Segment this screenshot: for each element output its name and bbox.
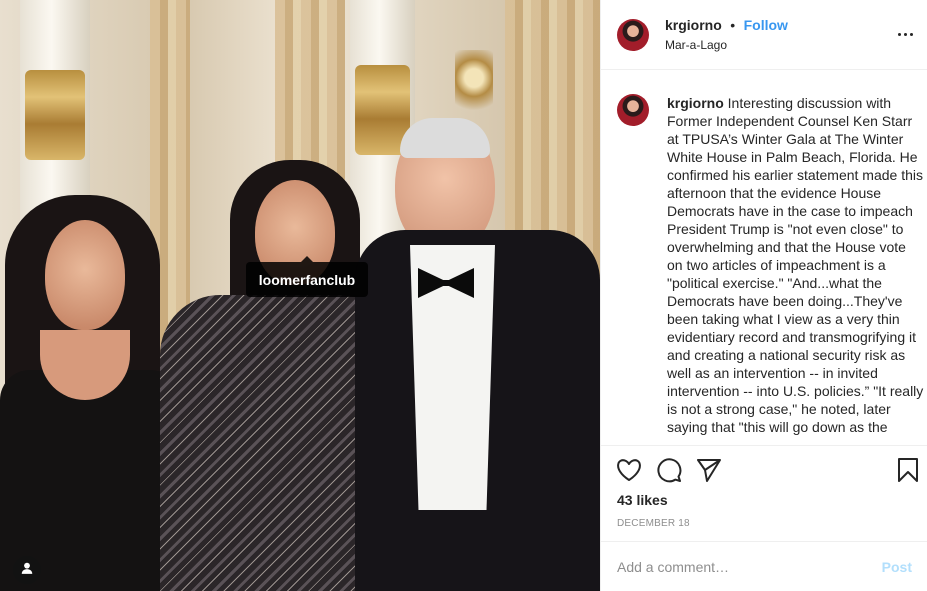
- more-options-button[interactable]: [893, 22, 917, 46]
- header-separator: •: [730, 17, 736, 33]
- post-comment-button[interactable]: Post: [882, 559, 912, 575]
- comment-input[interactable]: [617, 558, 874, 575]
- follow-button[interactable]: Follow: [744, 17, 788, 33]
- photo-user-tag-label: loomerfanclub: [258, 271, 356, 288]
- like-count[interactable]: 43 likes: [617, 492, 668, 508]
- more-options-icon: [897, 32, 901, 36]
- show-tags-button[interactable]: [13, 556, 41, 584]
- comment-bar: Post: [601, 541, 927, 591]
- caption-username[interactable]: krgiorno: [667, 95, 724, 111]
- photo-user-tag[interactable]: loomerfanclub: [246, 256, 368, 297]
- share-icon: [696, 458, 722, 487]
- bookmark-icon: [897, 457, 919, 488]
- comment-button[interactable]: [655, 457, 683, 488]
- post-actions: 43 likes DECEMBER 18: [601, 445, 927, 541]
- like-button[interactable]: [615, 458, 643, 486]
- caption: krgiorno Interesting discussion with For…: [667, 94, 925, 436]
- user-tag-icon: [20, 561, 34, 580]
- caption-scroll-area[interactable]: krgiorno Interesting discussion with For…: [601, 71, 927, 445]
- author-username[interactable]: krgiorno: [665, 17, 722, 33]
- heart-icon: [616, 458, 642, 487]
- share-button[interactable]: [695, 458, 723, 486]
- post-location[interactable]: Mar-a-Lago: [665, 38, 788, 52]
- author-avatar[interactable]: [617, 18, 649, 51]
- caption-text: Interesting discussion with Former Indep…: [667, 95, 924, 435]
- post-photo[interactable]: loomerfanclub: [0, 0, 600, 591]
- save-button[interactable]: [894, 457, 922, 488]
- post-header: krgiorno • Follow Mar-a-Lago: [601, 0, 927, 70]
- author-info: krgiorno • Follow Mar-a-Lago: [665, 17, 788, 52]
- photo-capital-left: [25, 70, 85, 160]
- comment-icon: [656, 457, 682, 488]
- caption-author-avatar[interactable]: [617, 94, 649, 126]
- post-date[interactable]: DECEMBER 18: [617, 518, 690, 529]
- action-icons: [615, 457, 723, 488]
- post-side-panel: krgiorno • Follow Mar-a-Lago krgiorno In…: [600, 0, 927, 591]
- photo-chandelier: [455, 50, 493, 120]
